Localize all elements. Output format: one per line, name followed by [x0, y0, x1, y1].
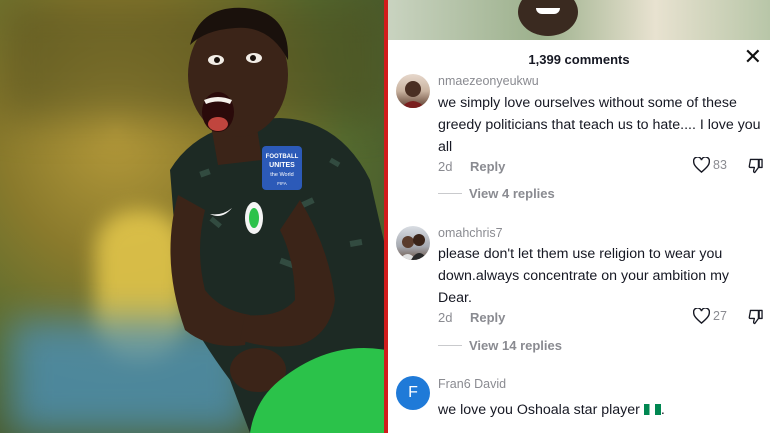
player-figure: FOOTBALL UNITES the World FIFA [170, 7, 386, 433]
view-replies-link[interactable]: View 4 replies [438, 186, 555, 201]
thumbs-down-icon [748, 158, 763, 174]
avatar[interactable]: F [396, 376, 430, 410]
avatar[interactable] [396, 226, 430, 260]
avatar[interactable] [396, 74, 430, 108]
heart-icon [693, 157, 710, 173]
svg-text:FOOTBALL: FOOTBALL [266, 154, 299, 160]
view-replies-label: View 14 replies [469, 338, 562, 353]
comment-item: F Fran6 David we love you Oshoala star p… [388, 376, 770, 433]
close-icon[interactable]: ✕ [744, 46, 762, 68]
svg-text:FIFA: FIFA [277, 181, 287, 186]
like-count: 27 [713, 309, 727, 323]
comment-age: 2d [438, 310, 453, 325]
comment-item: nmaezeonyeukwu we simply love ourselves … [388, 74, 770, 208]
reply-button[interactable]: Reply [470, 310, 505, 325]
like-count: 83 [713, 158, 727, 172]
comment-username[interactable]: omahchris7 [438, 226, 503, 240]
comment-age: 2d [438, 159, 453, 174]
comments-panel: 1,399 comments ✕ nmaezeonyeukwu we simpl… [388, 0, 770, 433]
comment-username[interactable]: nmaezeonyeukwu [438, 74, 539, 88]
replies-divider-line [438, 345, 462, 346]
player-photo: FOOTBALL UNITES the World FIFA [0, 0, 386, 433]
svg-text:UNITES: UNITES [269, 162, 295, 169]
comment-text-value: we love you Oshoala star player [438, 402, 640, 418]
dislike-button[interactable] [748, 158, 763, 179]
like-button[interactable]: 27 [693, 308, 727, 324]
comment-item: omahchris7 please don't let them use rel… [388, 226, 770, 356]
comment-text: we love you Oshoala star player. [438, 402, 665, 418]
like-button[interactable]: 83 [693, 157, 727, 173]
comments-header: 1,399 comments ✕ [388, 40, 770, 78]
dislike-button[interactable] [748, 309, 763, 330]
video-preview-face [518, 0, 578, 36]
heart-icon [693, 308, 710, 324]
avatar-person-icon [401, 81, 425, 108]
comment-username[interactable]: Fran6 David [438, 377, 506, 391]
view-replies-label: View 4 replies [469, 186, 555, 201]
svg-text:the World: the World [270, 172, 293, 178]
comment-count: 1,399 comments [528, 52, 630, 67]
video-preview-mouth [536, 8, 560, 14]
reply-button[interactable]: Reply [470, 159, 505, 174]
view-replies-link[interactable]: View 14 replies [438, 338, 562, 353]
thumbs-down-icon [748, 309, 763, 325]
comment-text: we simply love ourselves without some of… [438, 95, 761, 155]
comment-text: please don't let them use religion to we… [438, 246, 729, 306]
nigeria-flag-icon [643, 404, 661, 415]
video-preview-strip[interactable] [388, 0, 770, 40]
replies-divider-line [438, 193, 462, 194]
avatar-letter: F [408, 384, 418, 401]
avatar-couple-icon [399, 234, 428, 260]
